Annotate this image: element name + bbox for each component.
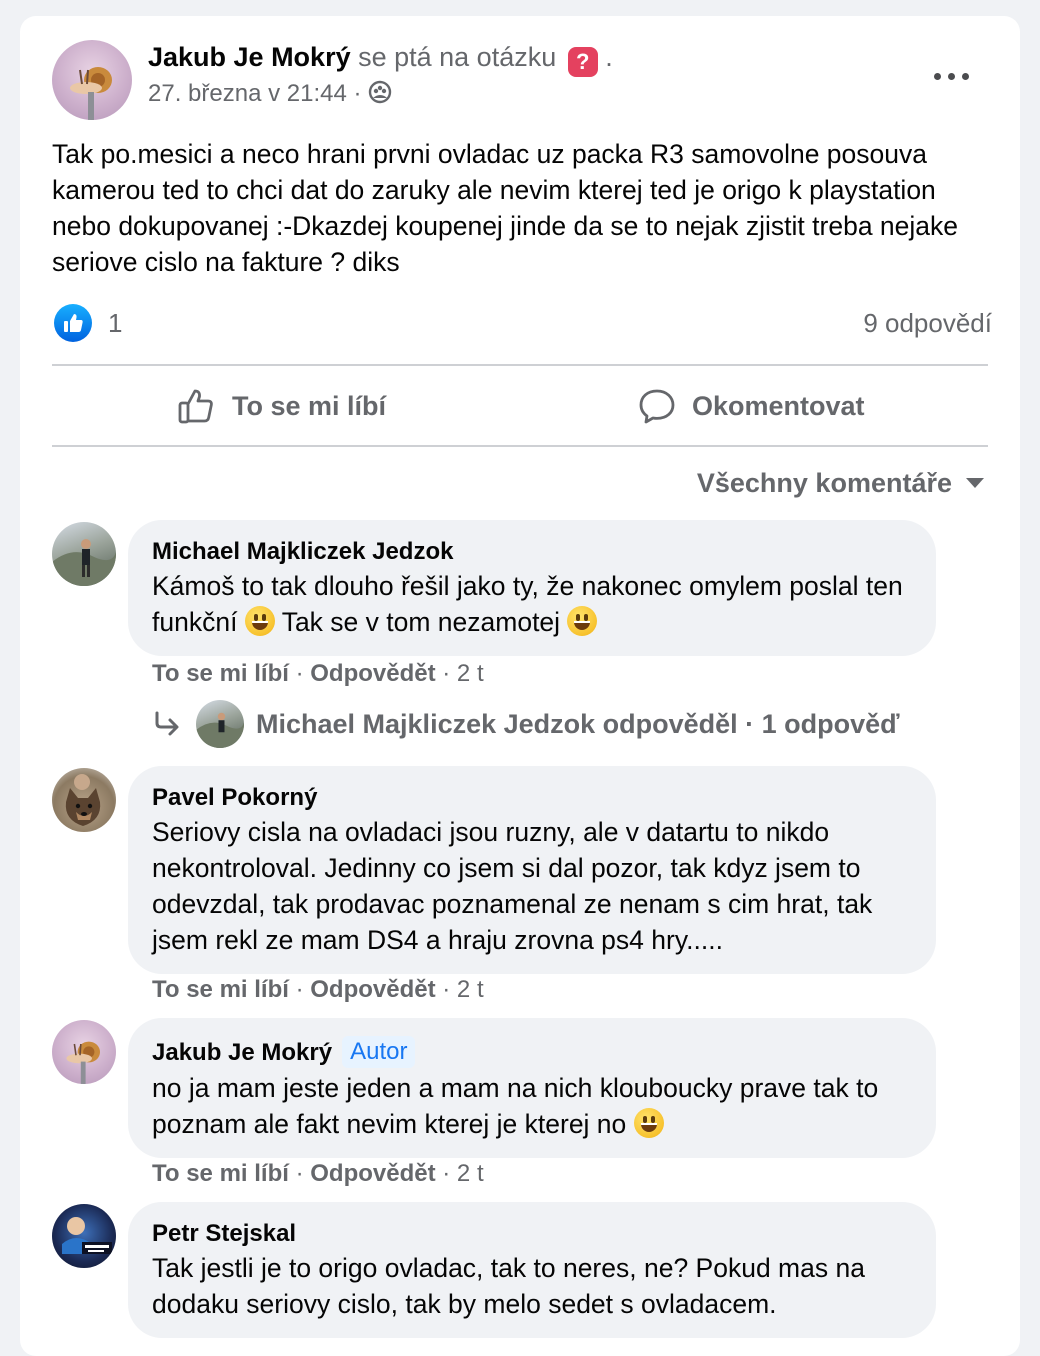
separator: ·	[435, 660, 457, 687]
climber-avatar-image	[52, 539, 116, 586]
comment-like-link[interactable]: To se mi líbí	[152, 660, 289, 687]
post-meta: 27. března v 21:44 ·	[148, 80, 392, 108]
commenter-avatar[interactable]	[52, 522, 116, 586]
separator: ·	[435, 1160, 457, 1187]
commenter-avatar[interactable]	[52, 768, 116, 832]
separator: ·	[288, 1160, 311, 1187]
meta-separator: ·	[346, 80, 369, 107]
comment-text: Tak jestli je to origo ovladac, tak to n…	[152, 1253, 865, 1319]
comment-sort-dropdown[interactable]: Všechny komentáře	[697, 468, 984, 499]
caret-down-icon	[966, 478, 984, 488]
comment-actions: To se mi líbí · Odpovědět · 2 t	[152, 660, 484, 688]
comment-time[interactable]: 2 t	[457, 660, 484, 687]
comment-bubble: Pavel Pokorný Seriovy cisla na ovladaci …	[128, 766, 936, 974]
separator: ·	[288, 660, 311, 687]
snail-avatar-image	[66, 1041, 100, 1084]
reply-avatar	[196, 700, 244, 748]
sort-label: Všechny komentáře	[696, 468, 952, 498]
commenter-name[interactable]: Jakub Je Mokrý	[152, 1039, 332, 1067]
post-author-line: Jakub Je Mokrý se ptá na otázku ? .	[148, 42, 613, 77]
comment-reply-link[interactable]: Odpovědět	[310, 976, 435, 1003]
author-name[interactable]: Jakub Je Mokrý	[148, 42, 351, 72]
author-avatar[interactable]	[52, 40, 132, 120]
like-label: To se mi líbí	[232, 390, 387, 421]
more-dots-icon[interactable]	[932, 64, 972, 88]
grinning-emoji-icon	[244, 606, 275, 636]
comment-actions: To se mi líbí · Odpovědět · 2 t	[152, 976, 484, 1004]
commenter-avatar[interactable]	[52, 1204, 116, 1268]
like-reaction-icon[interactable]	[54, 304, 92, 342]
grinning-emoji-icon	[567, 606, 598, 636]
comment-bubble: Petr Stejskal Tak jestli je to origo ovl…	[128, 1202, 936, 1338]
commenter-name[interactable]: Petr Stejskal	[152, 1220, 296, 1248]
like-button[interactable]: To se mi líbí	[178, 380, 386, 432]
comment-bubble: Michael Majkliczek Jedzok Kámoš to tak d…	[128, 520, 936, 656]
comment-text-part: no ja mam jeste jeden a mam na nich klou…	[152, 1073, 879, 1139]
separator: ·	[435, 976, 457, 1003]
reply-summary: Michael Majkliczek Jedzok odpověděl · 1 …	[256, 708, 900, 739]
comment-text: Seriovy cisla na ovladaci jsou ruzny, al…	[152, 817, 873, 955]
comment-button[interactable]: Okomentovat	[638, 380, 865, 432]
comment-text-part: Tak se v tom nezamotej	[274, 607, 568, 637]
grinning-emoji-icon	[633, 1108, 664, 1138]
comment-actions: To se mi líbí · Odpovědět · 2 t	[152, 1160, 484, 1188]
comment-reply-link[interactable]: Odpovědět	[310, 660, 435, 687]
pirate-avatar-image	[62, 1217, 112, 1254]
view-replies-link[interactable]: Michael Majkliczek Jedzok odpověděl · 1 …	[152, 696, 900, 752]
comment-label: Okomentovat	[692, 390, 865, 421]
commenter-name[interactable]: Pavel Pokorný	[152, 784, 317, 812]
thumbs-up-icon	[178, 389, 213, 424]
post-card: Jakub Je Mokrý se ptá na otázku ? . 27. …	[20, 16, 1020, 1356]
commenter-name[interactable]: Michael Majkliczek Jedzok	[152, 538, 453, 566]
post-body: Tak po.mesici a neco hrani prvni ovladac…	[52, 139, 959, 277]
dog-avatar-image	[65, 774, 101, 826]
reply-arrow-icon	[155, 711, 179, 736]
comment-bubble: Jakub Je Mokrý Autor no ja mam jeste jede…	[128, 1018, 936, 1158]
commenter-avatar[interactable]	[52, 1020, 116, 1084]
divider-bottom	[52, 445, 988, 447]
comment-like-link[interactable]: To se mi líbí	[152, 976, 289, 1003]
divider-top	[52, 364, 988, 366]
reply-count[interactable]: 9 odpovědí	[863, 308, 992, 339]
comment-reply-link[interactable]: Odpovědět	[310, 1160, 435, 1187]
group-icon	[368, 80, 392, 104]
snail-avatar-image	[70, 67, 112, 120]
author-badge: Autor	[342, 1036, 416, 1068]
post-date[interactable]: 27. března v 21:44	[148, 80, 347, 107]
comment-text: Kámoš to tak dlouho řešil jako ty, že na…	[152, 568, 912, 640]
commenter-header: Jakub Je Mokrý Autor	[152, 1036, 912, 1068]
comment-time[interactable]: 2 t	[457, 976, 484, 1003]
author-suffix: se ptá na otázku	[350, 42, 557, 72]
author-trail: .	[597, 42, 613, 72]
reaction-summary: 1 9 odpovědí	[52, 304, 992, 342]
question-icon: ?	[567, 47, 598, 77]
comment-like-link[interactable]: To se mi líbí	[152, 1160, 289, 1187]
comment-text: no ja mam jeste jeden a mam na nich klou…	[152, 1070, 912, 1142]
comment-time[interactable]: 2 t	[457, 1160, 484, 1187]
comment-icon	[639, 389, 675, 424]
reaction-count[interactable]: 1	[108, 308, 122, 339]
separator: ·	[288, 976, 311, 1003]
